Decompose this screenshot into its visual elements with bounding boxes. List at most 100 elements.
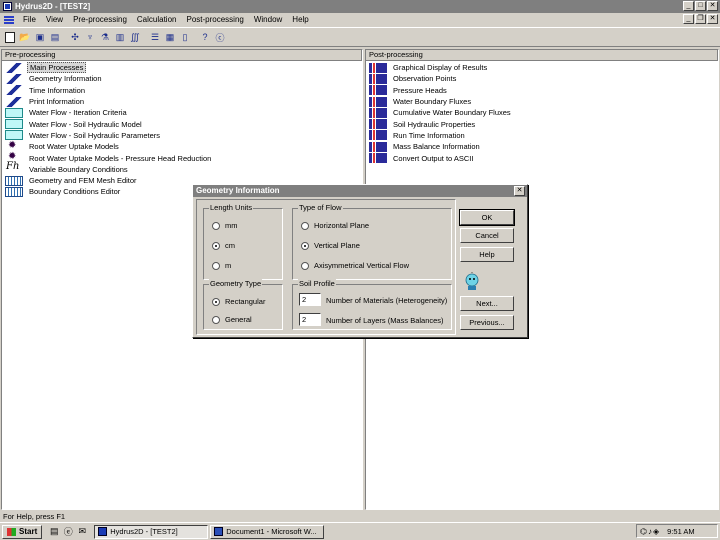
post-processing-header[interactable]: Post-processing — [366, 50, 718, 61]
list-item-observation-points[interactable]: Observation Points — [366, 73, 718, 84]
taskbar: Start ▤ ⓔ ✉ Hydrus2D - [TEST2] Document1… — [0, 522, 720, 540]
help-button[interactable]: Help — [460, 247, 514, 262]
length-units-title: Length Units — [209, 203, 254, 212]
geometry-type-group: Geometry Type Rectangular General — [203, 279, 283, 330]
ok-button[interactable]: OK — [459, 209, 515, 226]
outlook-icon[interactable]: ✉ — [76, 526, 88, 538]
water-flow-icon[interactable]: ✣ — [68, 30, 82, 45]
results-icon[interactable]: ∭ — [128, 30, 142, 45]
materials-field[interactable]: 2 — [299, 293, 321, 306]
doc-minimize-button[interactable]: _ — [683, 14, 694, 24]
cancel-button[interactable]: Cancel — [460, 228, 514, 243]
length-units-group: Length Units mm cm m — [203, 203, 283, 280]
volume-icon[interactable]: ♪ — [648, 527, 652, 536]
save-icon[interactable]: ▣ — [33, 30, 47, 45]
cascade-icon[interactable]: ▯ — [178, 30, 192, 45]
rect-icon — [5, 119, 23, 130]
tile-vertical-icon[interactable]: ▦ — [163, 30, 177, 45]
list-item-pressure-heads[interactable]: Pressure Heads — [366, 85, 718, 96]
assistant-icon — [465, 272, 479, 290]
browser-icon[interactable]: ⓔ — [62, 526, 74, 538]
task-hydrus[interactable]: Hydrus2D - [TEST2] — [94, 524, 209, 539]
pencil-icon — [5, 96, 23, 107]
layers-field[interactable]: 2 — [299, 313, 321, 326]
menu-help[interactable]: Help — [287, 15, 313, 24]
menu-pre-processing[interactable]: Pre-processing — [68, 15, 132, 24]
antivirus-icon[interactable]: ◈ — [653, 527, 659, 536]
radio-cm[interactable]: cm — [212, 241, 235, 250]
minimize-button[interactable]: _ — [683, 1, 694, 11]
print-icon[interactable]: ▤ — [48, 30, 62, 45]
radio-mm[interactable]: mm — [212, 221, 238, 230]
radio-m[interactable]: m — [212, 261, 231, 270]
task-word[interactable]: Document1 - Microsoft W... — [210, 524, 325, 539]
materials-label: Number of Materials (Heterogeneity) — [326, 296, 448, 305]
list-item-run-time-information[interactable]: Run Time Information — [366, 130, 718, 141]
app-icon[interactable] — [3, 2, 12, 11]
results-book-icon — [369, 73, 387, 84]
radio-horizontal-plane[interactable]: Horizontal Plane — [301, 221, 369, 230]
open-file-icon[interactable]: 📂 — [18, 30, 32, 45]
root-uptake-icon[interactable]: ♆ — [83, 30, 97, 45]
document-icon[interactable] — [4, 15, 14, 24]
calculate-icon[interactable]: ▥ — [113, 30, 127, 45]
list-item-time-information[interactable]: Time Information — [2, 85, 362, 96]
status-bar: For Help, press F1 — [3, 512, 66, 521]
list-item-variable-boundary[interactable]: Variable Boundary Conditions — [2, 161, 362, 175]
dialog-close-button[interactable]: ✕ — [514, 186, 525, 196]
results-book-icon — [369, 141, 387, 152]
doc-close-button[interactable]: ✕ — [707, 14, 718, 24]
radio-rectangular[interactable]: Rectangular — [212, 297, 265, 306]
list-item-geometry-information[interactable]: Geometry Information — [2, 73, 362, 84]
new-file-icon[interactable] — [3, 30, 17, 45]
geometry-information-dialog: Geometry Information ✕ Length Units mm c… — [192, 184, 528, 338]
list-item-soil-hydraulic-parameters[interactable]: Water Flow - Soil Hydraulic Parameters — [2, 130, 362, 141]
list-item-cumulative-fluxes[interactable]: Cumulative Water Boundary Fluxes — [366, 107, 718, 118]
menu-calculation[interactable]: Calculation — [132, 15, 182, 24]
context-help-icon[interactable]: ? — [198, 30, 212, 45]
results-book-icon — [369, 107, 387, 118]
menu-file[interactable]: File — [18, 15, 41, 24]
list-item-iteration-criteria[interactable]: Water Flow - Iteration Criteria — [2, 107, 362, 118]
list-item-pressure-head-reduction[interactable]: Root Water Uptake Models - Pressure Head… — [2, 151, 362, 163]
dialog-title-bar: Geometry Information ✕ — [193, 185, 527, 197]
list-item-soil-hydraulic-model[interactable]: Water Flow - Soil Hydraulic Model — [2, 118, 362, 130]
list-item-main-processes[interactable]: Main Processes — [2, 62, 362, 74]
menu-window[interactable]: Window — [249, 15, 287, 24]
tray-icons: ⌬ ♪ ◈ — [640, 527, 659, 536]
close-button[interactable]: ✕ — [707, 1, 718, 11]
maximize-button[interactable]: □ — [695, 1, 706, 11]
about-icon[interactable]: ⓒ — [213, 30, 227, 45]
clock[interactable]: 9:51 AM — [667, 527, 695, 536]
list-item-root-water-uptake[interactable]: Root Water Uptake Models — [2, 140, 362, 152]
list-item-graphical-display[interactable]: Graphical Display of Results — [366, 62, 718, 73]
dialog-title: Geometry Information — [196, 186, 280, 195]
radio-axisymmetrical[interactable]: Axisymmetrical Vertical Flow — [301, 261, 409, 270]
windows-logo-icon — [7, 527, 16, 536]
toolbar: 📂 ▣ ▤ ✣ ♆ ⚗ ▥ ∭ ☰ ▦ ▯ ? ⓒ — [0, 27, 720, 47]
list-item-print-information[interactable]: Print Information — [2, 96, 362, 107]
list-item-mass-balance[interactable]: Mass Balance Information — [366, 141, 718, 152]
menu-view[interactable]: View — [41, 15, 68, 24]
radio-general[interactable]: General — [212, 315, 252, 324]
function-icon — [5, 161, 23, 174]
radio-vertical-plane[interactable]: Vertical Plane — [301, 241, 360, 250]
menu-post-processing[interactable]: Post-processing — [181, 15, 248, 24]
results-book-icon — [369, 130, 387, 141]
rect-icon — [5, 107, 23, 118]
list-item-soil-hydraulic-properties[interactable]: Soil Hydraulic Properties — [366, 118, 718, 130]
tile-horizontal-icon[interactable]: ☰ — [148, 30, 162, 45]
title-bar: Hydrus2D - [TEST2] _ □ ✕ — [0, 0, 720, 13]
next-button[interactable]: Next... — [460, 296, 514, 311]
doc-restore-button[interactable]: ❐ — [695, 14, 706, 24]
start-button[interactable]: Start — [2, 524, 43, 539]
pencil-icon — [5, 62, 23, 73]
list-item-water-boundary-fluxes[interactable]: Water Boundary Fluxes — [366, 96, 718, 107]
previous-button[interactable]: Previous... — [460, 315, 514, 330]
pre-processing-header[interactable]: Pre-processing — [2, 50, 362, 61]
boundary-icon[interactable]: ⚗ — [98, 30, 112, 45]
pencil-icon — [5, 85, 23, 96]
desktop-icon[interactable]: ▤ — [48, 526, 60, 538]
network-icon[interactable]: ⌬ — [640, 527, 647, 536]
list-item-convert-ascii[interactable]: Convert Output to ASCII — [366, 152, 718, 164]
